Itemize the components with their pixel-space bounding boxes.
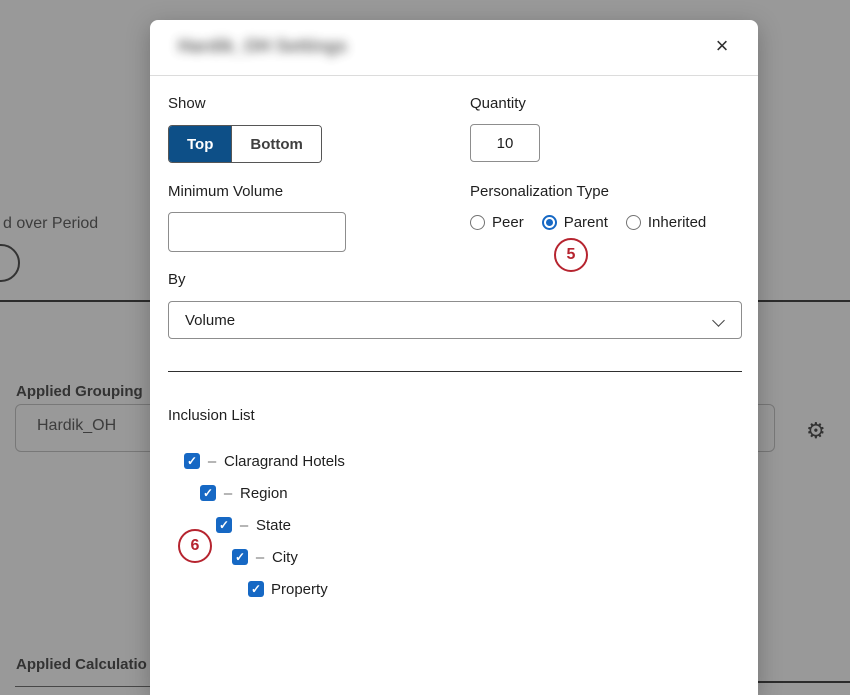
- tree-dash: –: [207, 453, 217, 470]
- minimum-volume-label: Minimum Volume: [168, 183, 283, 200]
- tree-label-region: Region: [240, 485, 288, 502]
- checkbox-claragrand[interactable]: ✓: [184, 453, 200, 469]
- close-icon[interactable]: ×: [708, 32, 736, 60]
- tree-row-region: ✓ – Region: [200, 483, 288, 503]
- checkbox-region[interactable]: ✓: [200, 485, 216, 501]
- settings-modal: Hardik_OH Settings × Show Top Bottom Qua…: [150, 20, 758, 695]
- radio-circle-parent[interactable]: [542, 215, 557, 230]
- personalization-type-label: Personalization Type: [470, 183, 609, 200]
- minimum-volume-input[interactable]: [168, 212, 346, 252]
- quantity-label: Quantity: [470, 95, 526, 112]
- by-label: By: [168, 271, 186, 288]
- check-icon: ✓: [203, 485, 213, 501]
- radio-circle-peer[interactable]: [470, 215, 485, 230]
- radio-parent[interactable]: Parent: [542, 214, 608, 231]
- check-icon: ✓: [251, 581, 261, 597]
- show-toggle: Top Bottom: [168, 125, 322, 163]
- show-label: Show: [168, 95, 206, 112]
- tree-row-claragrand: ✓ – Claragrand Hotels: [184, 451, 345, 471]
- checkbox-property[interactable]: ✓: [248, 581, 264, 597]
- show-bottom-button[interactable]: Bottom: [231, 126, 321, 162]
- radio-peer-label: Peer: [492, 214, 524, 231]
- tree-row-city: ✓ – City: [232, 547, 298, 567]
- checkbox-state[interactable]: ✓: [216, 517, 232, 533]
- tree-dash: –: [239, 517, 249, 534]
- screen: d over Period Applied Grouping Hardik_OH…: [0, 0, 850, 695]
- inclusion-list-label: Inclusion List: [168, 407, 255, 424]
- tree-label-property: Property: [271, 581, 328, 598]
- tree-row-property: ✓ Property: [248, 579, 328, 599]
- tree-label-city: City: [272, 549, 298, 566]
- radio-parent-label: Parent: [564, 214, 608, 231]
- show-top-button[interactable]: Top: [169, 126, 231, 162]
- chevron-down-icon: [712, 314, 725, 327]
- check-icon: ✓: [219, 517, 229, 533]
- checkbox-city[interactable]: ✓: [232, 549, 248, 565]
- tree-label-state: State: [256, 517, 291, 534]
- modal-divider: [168, 371, 742, 372]
- by-select[interactable]: Volume: [168, 301, 742, 339]
- quantity-input[interactable]: [470, 124, 540, 162]
- tree-row-state: ✓ – State: [216, 515, 291, 535]
- tree-dash: –: [223, 485, 233, 502]
- radio-inherited[interactable]: Inherited: [626, 214, 706, 231]
- annotation-circle-5: 5: [554, 238, 588, 272]
- check-icon: ✓: [235, 549, 245, 565]
- tree-dash: –: [255, 549, 265, 566]
- radio-peer[interactable]: Peer: [470, 214, 524, 231]
- radio-inherited-label: Inherited: [648, 214, 706, 231]
- annotation-circle-6: 6: [178, 529, 212, 563]
- personalization-radio-group: Peer Parent Inherited: [470, 214, 706, 231]
- radio-circle-inherited[interactable]: [626, 215, 641, 230]
- check-icon: ✓: [187, 453, 197, 469]
- tree-label-claragrand: Claragrand Hotels: [224, 453, 345, 470]
- modal-title-redacted: Hardik_OH Settings: [178, 36, 347, 57]
- by-select-value: Volume: [185, 312, 235, 329]
- modal-header: Hardik_OH Settings ×: [150, 20, 758, 76]
